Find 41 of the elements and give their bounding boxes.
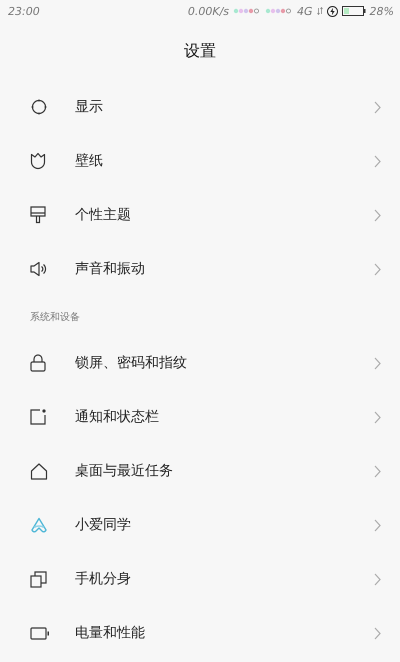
speaker-icon xyxy=(30,261,48,277)
chevron-icon xyxy=(374,154,381,168)
battery-percent: 28% xyxy=(370,4,394,18)
settings-item[interactable]: 手机分身 xyxy=(0,552,400,606)
settings-item[interactable]: 电量和性能 xyxy=(0,606,400,660)
chevron-icon xyxy=(374,464,381,478)
page-title: 设置 xyxy=(184,40,216,62)
settings-item[interactable]: 锁屏、密码和指纹 xyxy=(0,336,400,390)
network-type: 4G xyxy=(297,4,313,18)
settings-item[interactable]: 显示 xyxy=(0,80,400,134)
battery-icon xyxy=(342,6,366,16)
tulip-icon xyxy=(30,152,46,170)
chevron-icon xyxy=(374,518,381,532)
chevron-icon xyxy=(374,208,381,222)
settings-item[interactable]: 个性主题 xyxy=(0,188,400,242)
battery-icon xyxy=(30,626,50,640)
network-speed: 0.00K/s xyxy=(188,4,230,18)
data-arrows-icon xyxy=(316,7,323,15)
chevron-icon xyxy=(374,410,381,424)
settings-item[interactable]: 通知和状态栏 xyxy=(0,390,400,444)
sun-icon xyxy=(30,98,48,116)
chevron-icon xyxy=(374,262,381,276)
chevron-icon xyxy=(374,100,381,114)
chevron-icon xyxy=(374,356,381,370)
assistant-icon xyxy=(30,517,48,533)
settings-item[interactable]: 壁纸 xyxy=(0,134,400,188)
settings-item[interactable]: 小爱同学 xyxy=(0,498,400,552)
settings-item[interactable]: 桌面与最近任务 xyxy=(0,444,400,498)
chevron-icon xyxy=(374,572,381,586)
charging-icon xyxy=(326,6,338,16)
notification-icon xyxy=(30,409,46,425)
lock-icon xyxy=(30,354,46,372)
status-time: 23:00 xyxy=(8,4,40,18)
section-header: 系统和设备 xyxy=(30,310,80,324)
signal-icon xyxy=(265,8,294,14)
signal-icon xyxy=(233,8,262,14)
copy-icon xyxy=(30,570,47,588)
brush-icon xyxy=(30,206,46,224)
chevron-icon xyxy=(374,626,381,640)
settings-item[interactable]: 声音和振动 xyxy=(0,242,400,296)
home-icon xyxy=(30,462,48,480)
